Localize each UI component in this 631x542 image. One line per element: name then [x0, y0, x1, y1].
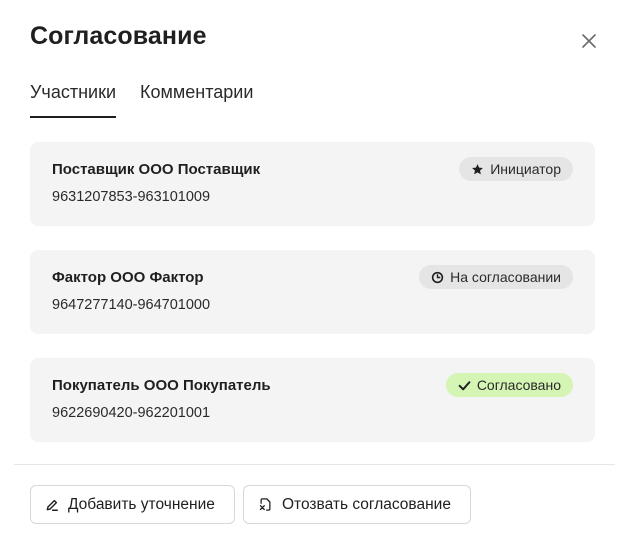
close-icon — [582, 34, 596, 48]
participant-card: Поставщик ООО Поставщик 9631207853-96310… — [30, 142, 595, 226]
add-clarification-button[interactable]: Добавить уточнение — [30, 485, 235, 524]
participant-name: Покупатель ООО Покупатель — [52, 377, 271, 394]
participant-name: Фактор ООО Фактор — [52, 269, 204, 286]
revoke-approval-button[interactable]: Отозвать согласование — [243, 485, 471, 524]
status-badge-label: Инициатор — [490, 161, 561, 177]
add-clarification-label: Добавить уточнение — [68, 495, 215, 513]
participant-name: Поставщик ООО Поставщик — [52, 161, 261, 178]
tab-comments-label: Комментарии — [140, 82, 254, 102]
participant-ids: 9622690420-962201001 — [52, 405, 211, 421]
footer-divider — [14, 464, 615, 465]
tab-comments[interactable]: Комментарии — [140, 82, 253, 118]
revoke-approval-label: Отозвать согласование — [282, 495, 451, 513]
status-badge: Согласовано — [445, 373, 573, 397]
status-badge: На согласовании — [419, 265, 573, 289]
star-icon — [472, 163, 484, 174]
participant-ids: 9647277140-964701000 — [52, 297, 211, 313]
tab-participants-label: Участники — [30, 82, 116, 102]
status-badge-label: На согласовании — [450, 269, 561, 285]
close-button[interactable] — [577, 29, 601, 53]
check-icon — [458, 380, 471, 390]
dialog-title: Согласование — [30, 22, 207, 50]
clock-icon — [431, 271, 444, 283]
pencil-icon — [46, 499, 58, 511]
status-badge-label: Согласовано — [476, 377, 561, 393]
approval-dialog: Согласование Участники Комментарии Поста… — [0, 0, 631, 542]
participant-ids: 9631207853-963101009 — [52, 189, 211, 205]
status-badge: Инициатор — [459, 157, 573, 181]
tab-participants[interactable]: Участники — [30, 82, 116, 118]
file-cancel-icon — [259, 498, 271, 511]
participant-card: Фактор ООО Фактор 9647277140-964701000 Н… — [30, 250, 595, 334]
participant-card: Покупатель ООО Покупатель 9622690420-962… — [30, 358, 595, 442]
